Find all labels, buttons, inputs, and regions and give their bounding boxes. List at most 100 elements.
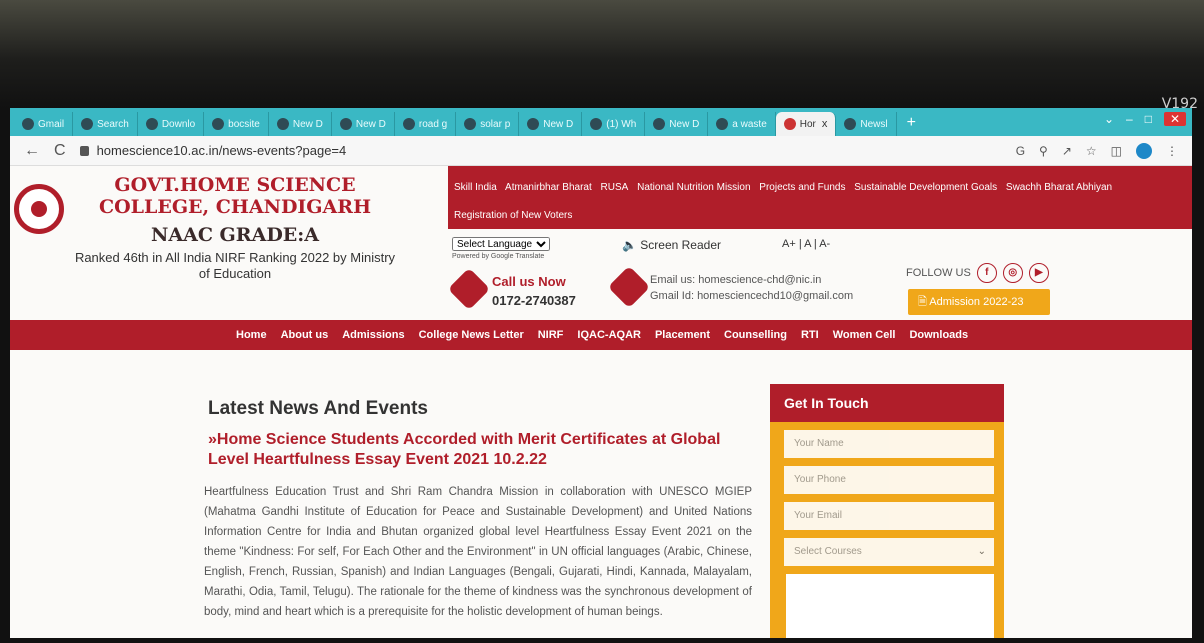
follow-us: FOLLOW US f ◎ ▶ [906, 263, 1049, 283]
globe-icon [339, 118, 352, 130]
select-language-dropdown[interactable]: Select Language [452, 237, 550, 251]
download-icon [145, 118, 158, 130]
nav-downloads[interactable]: Downloads [909, 329, 968, 341]
tab-home-active[interactable]: Hor x [775, 112, 837, 136]
name-field[interactable]: Your Name [784, 430, 994, 458]
youtube-icon[interactable]: ▶ [1028, 263, 1049, 283]
instagram-icon[interactable]: ◎ [1002, 263, 1023, 283]
tab-label: New D [543, 118, 574, 130]
whatsapp-icon [590, 118, 603, 130]
tab-strip: Gmail Search Downlo bocsite New D New D … [10, 108, 1192, 136]
share-icon[interactable]: ↗ [1062, 144, 1072, 158]
chevron-down-icon: ⌄ [977, 546, 986, 557]
google-icon[interactable]: G [1016, 144, 1025, 158]
tab-label: Newsl [860, 118, 888, 130]
address-bar-icons: G ⚲ ↗ ☆ ◫ ⋮ [1016, 143, 1178, 159]
chevron-down-icon[interactable]: ⌄ [1104, 112, 1114, 126]
course-select-label: Select Courses [794, 546, 862, 557]
email-address[interactable]: Email us: homescience-chd@nic.in [650, 274, 821, 286]
facebook-icon[interactable]: f [976, 263, 997, 283]
top-link[interactable]: Sustainable Development Goals [854, 182, 997, 193]
message-textarea[interactable] [786, 574, 994, 638]
nav-rti[interactable]: RTI [801, 329, 819, 341]
tab-gmail[interactable]: Gmail [14, 112, 74, 136]
nav-placement[interactable]: Placement [655, 329, 710, 341]
tab-bocsite[interactable]: bocsite [204, 112, 269, 136]
top-link[interactable]: Skill India [454, 182, 497, 193]
menu-icon[interactable]: ⋮ [1166, 144, 1178, 158]
tab-whatsapp[interactable]: (1) Wh [582, 112, 646, 136]
phone-icon [447, 267, 491, 311]
minimize-icon[interactable]: – [1126, 112, 1133, 126]
nav-counselling[interactable]: Counselling [724, 329, 787, 341]
nav-nirf[interactable]: NIRF [538, 329, 564, 341]
article-body: Heartfulness Education Trust and Shri Ra… [204, 486, 752, 618]
zoom-icon[interactable]: ⚲ [1039, 144, 1048, 158]
tab-downloads[interactable]: Downlo [138, 112, 205, 136]
course-select[interactable]: Select Courses ⌄ [784, 538, 994, 566]
browser-window: Gmail Search Downlo bocsite New D New D … [10, 108, 1192, 638]
top-link[interactable]: National Nutrition Mission [637, 182, 750, 193]
tab-search[interactable]: Search [73, 112, 138, 136]
url-field[interactable]: homescience10.ac.in/news-events?page=4 [79, 143, 346, 158]
tab-road[interactable]: road g [395, 112, 457, 136]
article-title[interactable]: »Home Science Students Accorded with Mer… [208, 430, 728, 470]
tab-label: solar p [480, 118, 511, 130]
tab-label: Downlo [161, 118, 196, 130]
top-link[interactable]: RUSA [601, 182, 629, 193]
phone-field[interactable]: Your Phone [784, 466, 994, 494]
tab-new-d-1[interactable]: New D [269, 112, 332, 136]
nav-admissions[interactable]: Admissions [342, 329, 404, 341]
gmail-icon [22, 118, 34, 130]
tab-label: Gmail [38, 118, 65, 130]
tab-newsl[interactable]: Newsl [836, 112, 897, 136]
follow-us-label: FOLLOW US [906, 267, 971, 279]
tab-new-d-2[interactable]: New D [332, 112, 395, 136]
nav-about-us[interactable]: About us [281, 329, 329, 341]
tab-label: New D [355, 118, 386, 130]
globe-icon [276, 118, 289, 130]
top-link[interactable]: Atmanirbhar Bharat [505, 182, 592, 193]
maximize-icon[interactable]: □ [1145, 112, 1152, 126]
contact-form: Get In Touch Your Name Your Phone Your E… [770, 384, 1004, 638]
monitor-bezel [0, 0, 1204, 108]
top-link[interactable]: Projects and Funds [759, 182, 845, 193]
contact-form-title: Get In Touch [770, 384, 1004, 422]
tab-new-d-3[interactable]: New D [519, 112, 583, 136]
news-heading: Latest News And Events [208, 398, 428, 419]
nav-iqac-aqar[interactable]: IQAC-AQAR [577, 329, 641, 341]
close-tab-icon[interactable]: x [822, 118, 828, 130]
reload-button[interactable]: C [54, 142, 66, 160]
site-favicon-icon [783, 118, 796, 130]
bookmark-star-icon[interactable]: ☆ [1086, 144, 1097, 158]
tab-label: (1) Wh [606, 118, 637, 130]
top-link[interactable]: Swachh Bharat Abhiyan [1006, 182, 1112, 193]
language-selector: Select Language Powered by Google Transl… [452, 237, 550, 260]
globe-icon [212, 118, 225, 130]
email-field[interactable]: Your Email [784, 502, 994, 530]
tab-solar[interactable]: solar p [456, 112, 520, 136]
tab-new-d-4[interactable]: New D [645, 112, 709, 136]
college-name[interactable]: GOVT.HOME SCIENCE COLLEGE, CHANDIGARH [70, 174, 400, 218]
nav-college-news-letter[interactable]: College News Letter [419, 329, 524, 341]
address-bar: ← C homescience10.ac.in/news-events?page… [10, 136, 1192, 166]
tab-label: New D [292, 118, 323, 130]
top-link[interactable]: Registration of New Voters [454, 210, 572, 221]
nav-women-cell[interactable]: Women Cell [833, 329, 896, 341]
back-button[interactable]: ← [24, 142, 40, 160]
profile-avatar[interactable] [1136, 143, 1152, 159]
admission-label: Admission 2022-23 [929, 296, 1024, 308]
font-size-controls[interactable]: A+ | A | A- [782, 238, 830, 250]
college-logo[interactable] [14, 184, 64, 234]
tab-label: Hor [799, 118, 816, 130]
close-window-icon[interactable]: ✕ [1163, 112, 1186, 126]
main-nav: Home About us Admissions College News Le… [10, 320, 1192, 350]
side-panel-icon[interactable]: ◫ [1111, 144, 1122, 158]
tab-waste[interactable]: a waste [708, 112, 776, 136]
screen-reader-link[interactable]: 🔈 Screen Reader [622, 238, 721, 252]
phone-number[interactable]: 0172-2740387 [492, 293, 576, 308]
new-tab-button[interactable]: + [897, 112, 926, 136]
gmail-address[interactable]: Gmail Id: homesciencechd10@gmail.com [650, 290, 853, 302]
nav-home[interactable]: Home [236, 329, 267, 341]
admission-button[interactable]: 🗎 Admission 2022-23 [908, 289, 1050, 315]
